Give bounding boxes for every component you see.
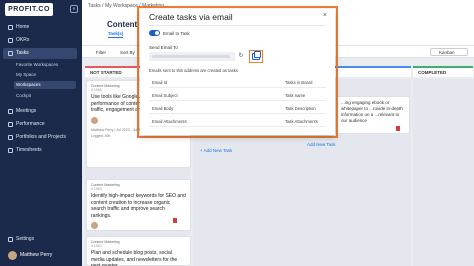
dialog-title: Create tasks via email (149, 12, 233, 22)
task-card[interactable]: Content Marketing # 1562 Plan and schedu… (86, 236, 191, 266)
tab-underline (108, 37, 123, 38)
nav-portfolios[interactable]: Portfolios and Projects (3, 132, 77, 143)
refresh-icon[interactable]: ↻ (237, 52, 245, 61)
logo: PROFIT.CO (5, 3, 53, 16)
column-header-completed: COMPLETED (413, 66, 473, 77)
subnav-favorite-workspaces[interactable]: Favorite Workspaces (14, 61, 76, 69)
add-task-link[interactable]: Add New Task (307, 142, 336, 147)
column-completed (413, 79, 474, 266)
target-icon (8, 38, 13, 43)
nav-home[interactable]: Home (3, 22, 77, 33)
info-note: Emails sent to this address are created … (149, 68, 238, 73)
nav-settings[interactable]: Settings (3, 234, 77, 245)
nav-meetings[interactable]: Meetings (3, 106, 77, 117)
tasks-icon (8, 51, 13, 56)
view-select[interactable]: Kanban (430, 48, 468, 56)
subnav-my-space[interactable]: My Space (14, 71, 76, 79)
portfolio-icon (8, 135, 13, 140)
email-to-task-toggle[interactable] (149, 30, 160, 36)
copy-icon[interactable] (252, 51, 261, 60)
meetings-icon (8, 109, 13, 114)
avatar (8, 251, 17, 260)
avatar (91, 222, 98, 229)
avatar (91, 116, 98, 124)
home-icon (8, 25, 13, 30)
nav-okrs[interactable]: OKRs (3, 35, 77, 46)
divider (149, 25, 326, 26)
sort-button[interactable]: Sort By (120, 50, 135, 55)
sidebar: PROFIT.CO « Home OKRs Tasks Favorite Wor… (0, 0, 82, 266)
close-icon[interactable]: × (323, 12, 327, 19)
flag-icon[interactable] (396, 126, 400, 131)
user-profile[interactable]: Matthew Perry (8, 250, 52, 261)
collapse-sidebar-button[interactable]: « (70, 5, 78, 13)
add-task-link[interactable]: + Add New Task (200, 148, 232, 153)
nav-timesheets[interactable]: Timesheets (3, 145, 77, 156)
task-card[interactable]: Content Marketing # 1563 Identify high-i… (86, 179, 191, 231)
gear-icon (8, 237, 13, 242)
filter-button[interactable]: Filter (96, 50, 106, 55)
subnav-workspaces[interactable]: Workspaces (14, 81, 76, 89)
mapping-row: Email Attachments Task Attachments (149, 115, 326, 127)
clock-icon (8, 148, 13, 153)
performance-icon (8, 122, 13, 127)
mapping-row: Email Subject Task name (149, 89, 326, 101)
flag-icon[interactable] (173, 218, 177, 223)
nav-performance[interactable]: Performance (3, 119, 77, 130)
email-address-redacted (152, 55, 230, 58)
subnav-cockpit[interactable]: Cockpit (14, 92, 76, 100)
mapping-row: Email Body Task Description (149, 102, 326, 114)
tab-tasks[interactable]: Task(s) (108, 31, 123, 36)
nav-tasks[interactable]: Tasks (3, 48, 77, 59)
create-tasks-email-dialog: Create tasks via email × Email to Task S… (140, 9, 335, 135)
send-email-label: Send Email To (149, 45, 178, 50)
mapping-row: Email Id Tasks in Board (149, 76, 326, 88)
toggle-label: Email to Task (163, 31, 190, 36)
